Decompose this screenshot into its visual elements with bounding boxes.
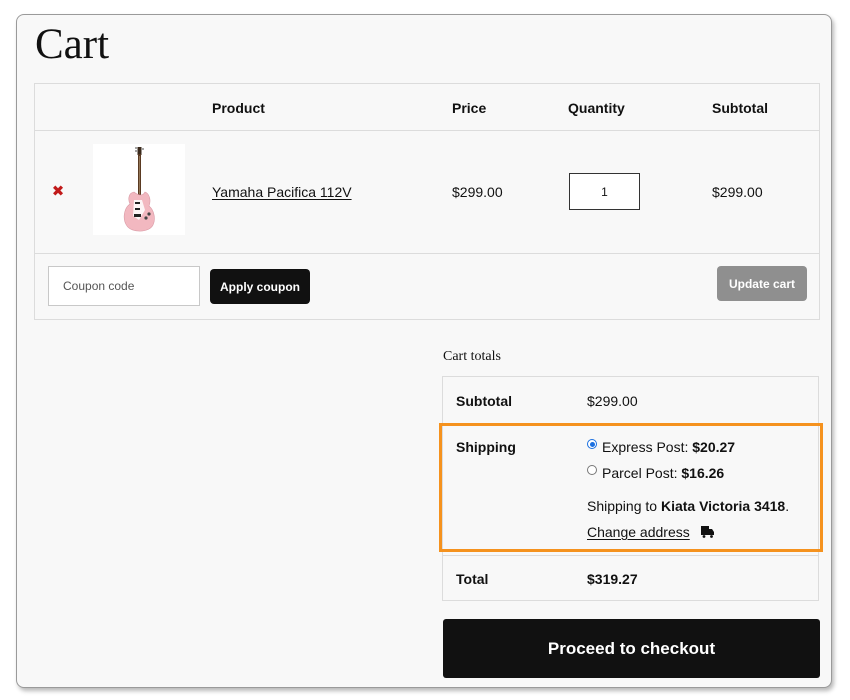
- table-header-row: Product Price Quantity Subtotal: [35, 84, 819, 131]
- total-value: $319.27: [587, 571, 638, 587]
- shipping-option-parcel[interactable]: Parcel Post: $16.26: [587, 465, 724, 481]
- express-post-label: Express Post:: [602, 439, 689, 455]
- subtotal-value: $299.00: [587, 393, 638, 409]
- change-address-container: Change address: [587, 524, 714, 540]
- express-post-price: $20.27: [692, 439, 736, 455]
- cart-totals-title: Cart totals: [443, 349, 501, 364]
- header-price: Price: [452, 100, 487, 116]
- truck-icon: [700, 526, 714, 538]
- total-label: Total: [456, 571, 489, 587]
- remove-item-button[interactable]: ✖: [51, 184, 65, 200]
- cart-window: Cart Product Price Quantity Subtotal ✖ Y…: [16, 14, 832, 688]
- header-quantity: Quantity: [568, 100, 625, 116]
- shipping-location: Kiata Victoria 3418: [660, 498, 786, 514]
- product-thumbnail[interactable]: [93, 144, 185, 235]
- change-address-link[interactable]: Change address: [587, 524, 690, 540]
- guitar-icon: [123, 147, 155, 232]
- shipping-option-express[interactable]: Express Post: $20.27: [587, 439, 735, 455]
- proceed-to-checkout-button[interactable]: Proceed to checkout: [443, 619, 820, 678]
- shipping-to-suffix: .: [785, 498, 790, 514]
- divider: [443, 424, 818, 425]
- table-row: ✖ Yamaha Pacifica 112V $299.00 1 $299.00: [35, 131, 819, 254]
- radio-selected-icon[interactable]: [587, 439, 597, 449]
- product-subtotal: $299.00: [712, 184, 763, 200]
- subtotal-label: Subtotal: [456, 393, 512, 409]
- shipping-destination: Shipping to Kiata Victoria 3418.: [587, 498, 789, 514]
- apply-coupon-button[interactable]: Apply coupon: [210, 269, 310, 304]
- parcel-post-price: $16.26: [681, 465, 725, 481]
- update-cart-button[interactable]: Update cart: [717, 266, 807, 301]
- divider: [443, 555, 818, 556]
- radio-unselected-icon[interactable]: [587, 465, 597, 475]
- cart-actions-row: Apply coupon Update cart: [35, 254, 819, 320]
- cart-totals-table: Subtotal $299.00 Shipping Express Post: …: [442, 376, 819, 601]
- shipping-to-prefix: Shipping to: [587, 498, 658, 514]
- quantity-input[interactable]: [569, 173, 640, 210]
- product-name-link[interactable]: Yamaha Pacifica 112V: [212, 184, 352, 200]
- shipping-label: Shipping: [456, 439, 516, 455]
- product-price: $299.00: [452, 184, 503, 200]
- page-title: Cart: [35, 21, 110, 68]
- cart-table: Product Price Quantity Subtotal ✖ Yamaha…: [34, 83, 820, 320]
- parcel-post-label: Parcel Post:: [602, 465, 678, 481]
- header-product: Product: [212, 100, 265, 116]
- coupon-code-input[interactable]: [48, 266, 200, 306]
- header-subtotal: Subtotal: [712, 100, 768, 116]
- product-cell: Yamaha Pacifica 112V: [212, 184, 352, 200]
- x-mark-icon: ✖: [51, 183, 65, 200]
